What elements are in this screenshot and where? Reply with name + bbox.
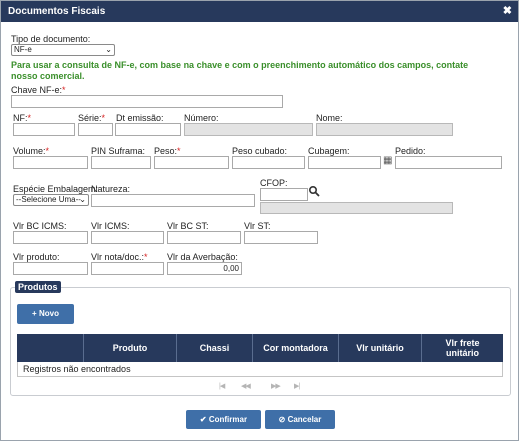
vlr-icms-input[interactable] [91, 231, 164, 244]
chevron-down-icon: ⌄ [105, 45, 112, 54]
header-blank [17, 334, 83, 362]
documentos-fiscais-dialog: Documentos Fiscais ✖ Tipo de documento: … [0, 0, 519, 441]
cubagem-input[interactable] [308, 156, 381, 169]
confirmar-label: Confirmar [208, 415, 248, 424]
pedido-label: Pedido: [395, 146, 426, 156]
dialog-title: Documentos Fiscais [8, 6, 106, 17]
tipo-documento-value: NF-e [14, 45, 32, 54]
vlr-st-label: Vlr ST: [244, 221, 271, 231]
cfop-description [260, 202, 453, 214]
tipo-documento-label: Tipo de documento: [11, 34, 91, 44]
serie-input[interactable] [78, 123, 113, 136]
chave-nfe-input[interactable] [11, 95, 283, 108]
numero-label: Número: [184, 113, 219, 123]
header-produto[interactable]: Produto [83, 334, 176, 362]
vlr-icms-label: Vlr ICMS: [91, 221, 130, 231]
header-chassi[interactable]: Chassi [176, 334, 252, 362]
info-message: Para usar a consulta de NF-e, com base n… [11, 60, 468, 82]
vlr-produto-label: Vlr produto: [13, 252, 60, 262]
info-message-line-1: Para usar a consulta de NF-e, com base n… [11, 60, 469, 70]
produtos-legend: Produtos [15, 281, 61, 293]
peso-label: Peso:* [154, 146, 181, 156]
vlr-produto-input[interactable] [13, 262, 88, 275]
novo-produto-button[interactable]: + Novo [17, 304, 74, 324]
search-icon[interactable] [308, 185, 320, 199]
novo-button-label: Novo [38, 309, 59, 318]
nf-input[interactable] [13, 123, 75, 136]
vlr-bc-icms-input[interactable] [13, 231, 88, 244]
produtos-empty-row: Registros não encontrados [17, 362, 503, 377]
pager-next-icon[interactable]: ▶▶ [271, 382, 281, 390]
confirmar-button[interactable]: ✔ Confirmar [186, 410, 261, 429]
produtos-table-header: Produto Chassi Cor montadora Vlr unitári… [17, 334, 503, 362]
vlr-bc-icms-label: Vlr BC ICMS: [13, 221, 67, 231]
peso-cubado-label: Peso cubado: [232, 146, 288, 156]
cancelar-button[interactable]: ⊘ Cancelar [265, 410, 335, 429]
pager-last-icon[interactable]: ▶| [294, 382, 300, 390]
natureza-label: Natureza: [91, 184, 131, 194]
vlr-nota-input[interactable] [91, 262, 164, 275]
tipo-documento-select[interactable]: NF-e ⌄ [11, 44, 115, 56]
pager-prev-icon[interactable]: ◀◀ [241, 382, 251, 390]
volume-label: Volume:* [13, 146, 50, 156]
vlr-st-input[interactable] [244, 231, 318, 244]
pedido-input[interactable] [395, 156, 502, 169]
chave-nfe-label: Chave NF-e:* [11, 85, 66, 95]
numero-input [184, 123, 313, 136]
vlr-bc-st-input[interactable] [167, 231, 241, 244]
pin-suframa-input[interactable] [91, 156, 151, 169]
header-vlr-frete-unitario[interactable]: Vlr frete unitário [421, 334, 503, 362]
vlr-nota-label: Vlr nota/doc.:* [91, 252, 148, 262]
header-vlr-unitario[interactable]: Vlr unitário [338, 334, 421, 362]
plus-icon: + [32, 309, 37, 318]
close-icon[interactable]: ✖ [503, 1, 512, 22]
serie-label: Série:* [78, 113, 106, 123]
especie-embalagem-value: --Selecione Uma-- [16, 195, 81, 204]
pager-first-icon[interactable]: |◀ [219, 382, 225, 390]
especie-embalagem-label: Espécie Embalagem: [13, 184, 99, 194]
vlr-averbacao-label: Vlr da Averbação: [167, 252, 238, 262]
vlr-averbacao-input[interactable]: 0,00 [167, 262, 242, 275]
natureza-input[interactable] [91, 194, 255, 207]
dialog-titlebar: Documentos Fiscais ✖ [1, 1, 518, 22]
cfop-input[interactable] [260, 188, 308, 201]
cancel-icon: ⊘ [278, 415, 286, 424]
vlr-bc-st-label: Vlr BC ST: [167, 221, 209, 231]
nf-label: NF:* [13, 113, 32, 123]
chevron-down-icon: ⌄ [79, 195, 86, 204]
peso-cubado-input[interactable] [232, 156, 305, 169]
calculator-icon[interactable]: ▦ [383, 155, 392, 166]
especie-embalagem-select[interactable]: --Selecione Uma-- ⌄ [13, 194, 89, 206]
dt-emissao-input[interactable] [115, 123, 181, 136]
nome-input [316, 123, 453, 136]
header-cor-montadora[interactable]: Cor montadora [252, 334, 338, 362]
volume-input[interactable] [13, 156, 88, 169]
dt-emissao-label: Dt emissão: [116, 113, 164, 123]
cfop-label: CFOP: [260, 178, 288, 188]
peso-input[interactable] [154, 156, 229, 169]
check-icon: ✔ [199, 415, 207, 424]
info-message-line-2: nosso comercial. [11, 71, 85, 81]
cancelar-label: Cancelar [287, 415, 322, 424]
cubagem-label: Cubagem: [308, 146, 350, 156]
nome-label: Nome: [316, 113, 343, 123]
pin-suframa-label: PIN Suframa: [91, 146, 146, 156]
